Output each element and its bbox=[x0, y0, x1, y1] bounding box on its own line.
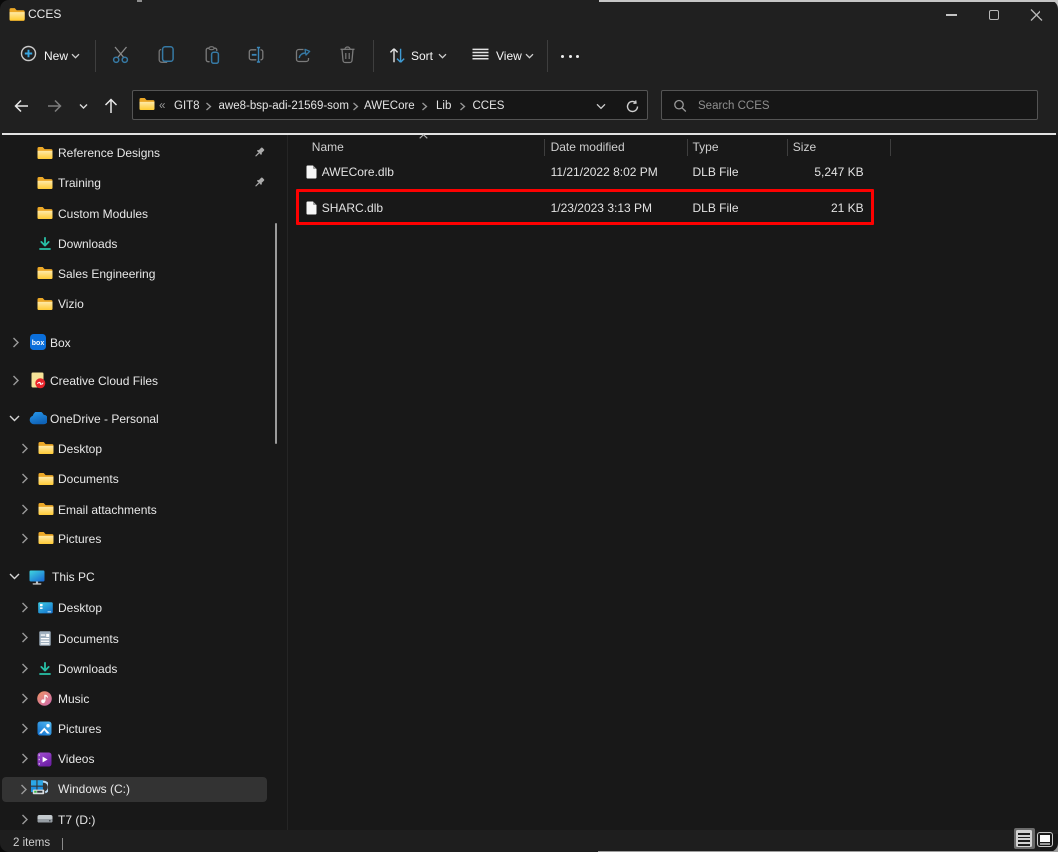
svg-text:box: box bbox=[31, 340, 44, 347]
